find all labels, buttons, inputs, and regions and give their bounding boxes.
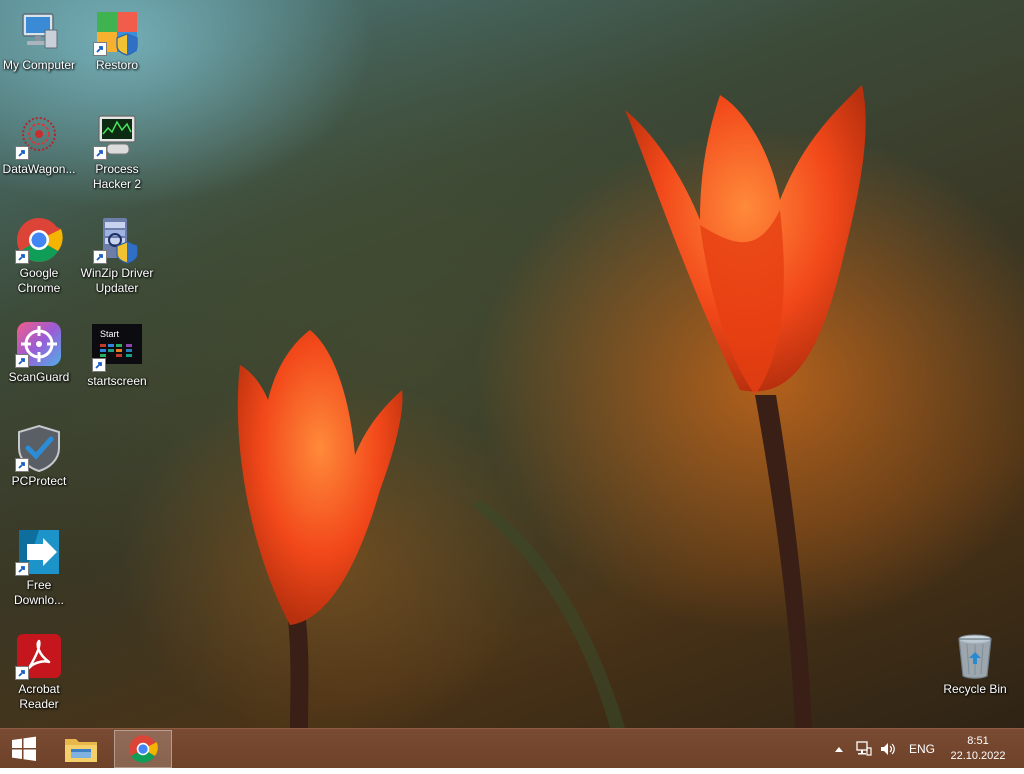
recycle-bin-icon <box>951 632 999 680</box>
shortcut-arrow-icon <box>15 354 29 368</box>
input-language-indicator[interactable]: ENG <box>906 729 938 769</box>
shortcut-arrow-icon <box>15 562 29 576</box>
icon-label: ScanGuard <box>8 370 70 384</box>
chrome-icon <box>129 735 158 763</box>
icon-label: WinZip Driver Updater <box>80 266 154 295</box>
icon-label: Free Downlo... <box>13 578 65 607</box>
shortcut-arrow-icon <box>93 146 107 160</box>
shortcut-arrow-icon <box>93 250 107 264</box>
winzip-driver-updater-icon <box>93 216 141 264</box>
network-tray-button[interactable] <box>856 729 874 769</box>
network-icon <box>856 741 872 756</box>
desktop-icon-restoro[interactable]: Restoro <box>78 8 156 73</box>
icon-label: DataWagon... <box>2 162 76 176</box>
startscreen-icon: Start <box>92 324 142 372</box>
shortcut-arrow-icon <box>15 458 29 472</box>
shortcut-arrow-icon <box>15 146 29 160</box>
scanguard-icon <box>15 320 63 368</box>
desktop-icon-free-download[interactable]: Free Downlo... <box>0 528 78 608</box>
shortcut-arrow-icon <box>92 358 106 372</box>
desktop-icon-acrobat-reader[interactable]: Acrobat Reader <box>0 632 78 712</box>
process-hacker-icon <box>93 112 141 160</box>
desktop-icon-google-chrome[interactable]: Google Chrome <box>0 216 78 296</box>
shortcut-arrow-icon <box>15 250 29 264</box>
shortcut-arrow-icon <box>15 666 29 680</box>
clock-date: 22.10.2022 <box>950 750 1006 762</box>
speaker-icon <box>881 743 895 755</box>
free-download-manager-icon <box>15 528 63 576</box>
desktop-icon-pcprotect[interactable]: PCProtect <box>0 424 78 489</box>
folder-icon <box>65 739 97 762</box>
icon-label: PCProtect <box>11 474 67 488</box>
taskbar: ENG 8:51 22.10.2022 <box>0 728 1024 768</box>
chrome-icon <box>15 216 63 264</box>
icon-label: My Computer <box>2 58 76 72</box>
show-hidden-icons-button[interactable] <box>834 729 848 769</box>
icon-label: startscreen <box>87 374 147 388</box>
desktop-icon-winzip-driver-updater[interactable]: WinZip Driver Updater <box>78 216 156 296</box>
desktop-icon-datawagon[interactable]: DataWagon... <box>0 112 78 177</box>
icon-label: Acrobat Reader <box>18 682 60 711</box>
desktop-icon-my-computer[interactable]: My Computer <box>0 8 78 73</box>
desktop-icon-startscreen[interactable]: Start startscreen <box>78 320 156 389</box>
icon-label: Process Hacker 2 <box>92 162 142 191</box>
datawagon-icon <box>15 112 63 160</box>
restoro-icon <box>93 8 141 56</box>
clock[interactable]: 8:51 22.10.2022 <box>944 729 1012 774</box>
windows-logo-icon <box>12 736 36 761</box>
pcprotect-shield-icon <box>15 424 63 472</box>
startscreen-thumb-text: Start <box>100 329 120 339</box>
clock-time: 8:51 <box>967 735 989 747</box>
desktop-icon-process-hacker[interactable]: Process Hacker 2 <box>78 112 156 192</box>
chevron-up-icon <box>835 747 843 752</box>
icon-label: Google Chrome <box>17 266 61 295</box>
taskbar-file-explorer[interactable] <box>56 729 106 769</box>
desktop[interactable]: My Computer Restoro DataWagon... Process… <box>0 0 1024 728</box>
desktop-icon-scanguard[interactable]: ScanGuard <box>0 320 78 385</box>
volume-tray-button[interactable] <box>880 729 898 769</box>
taskbar-google-chrome[interactable] <box>114 730 172 768</box>
icon-label: Restoro <box>95 58 139 72</box>
shortcut-arrow-icon <box>93 42 107 56</box>
start-button[interactable] <box>0 729 48 769</box>
desktop-icon-recycle-bin[interactable]: Recycle Bin <box>936 632 1014 697</box>
acrobat-reader-icon <box>15 632 63 680</box>
icon-label: Recycle Bin <box>943 682 1007 696</box>
computer-icon <box>15 8 63 56</box>
